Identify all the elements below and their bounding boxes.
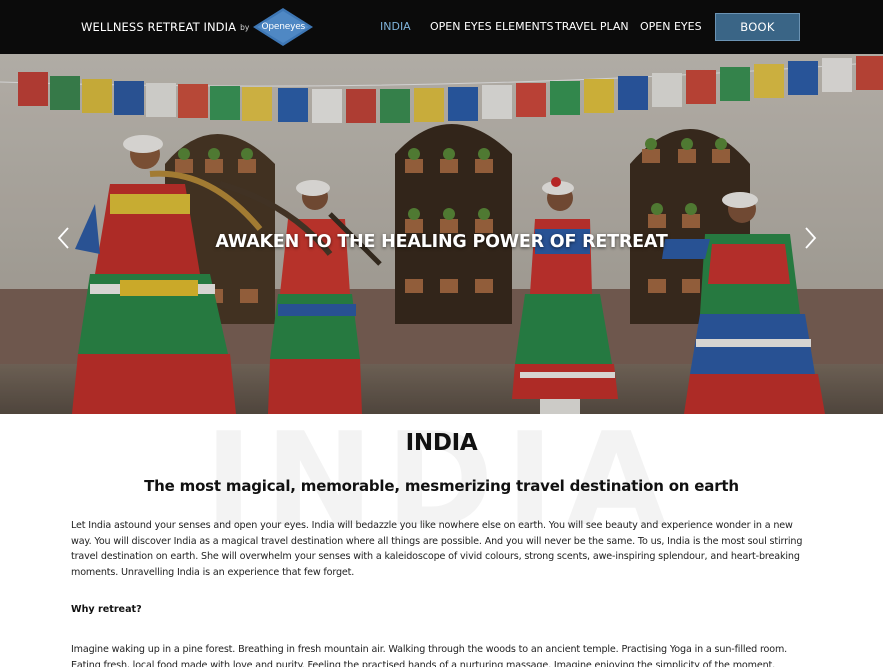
- openeyes-logo[interactable]: Openeyes: [253, 8, 314, 46]
- site-header: WELLNESS RETREAT INDIA by Openeyes INDIA…: [0, 0, 883, 54]
- book-button[interactable]: BOOK: [715, 13, 800, 41]
- nav-open-eyes[interactable]: OPEN EYES: [640, 0, 702, 54]
- hero-slider: AWAKEN TO THE HEALING POWER OF RETREAT: [0, 54, 883, 414]
- page-title: INDIA: [405, 430, 478, 456]
- logo-text: Openeyes: [261, 22, 306, 32]
- page-subtitle: The most magical, memorable, mesmerizing…: [144, 477, 739, 495]
- slider-next-arrow[interactable]: [800, 224, 820, 252]
- hero-headline: AWAKEN TO THE HEALING POWER OF RETREAT: [215, 232, 668, 252]
- brand[interactable]: WELLNESS RETREAT INDIA by Openeyes: [81, 8, 314, 46]
- nav-open-eyes-elements[interactable]: OPEN EYES ELEMENTS: [430, 0, 553, 54]
- why-retreat-heading: Why retreat?: [71, 604, 142, 615]
- intro-paragraph: Let India astound your senses and open y…: [71, 520, 803, 579]
- chevron-right-icon: [805, 227, 817, 249]
- why-retreat-paragraph: Imagine waking up in a pine forest. Brea…: [71, 644, 788, 667]
- nav-travel-plan[interactable]: TRAVEL PLAN: [555, 0, 629, 54]
- brand-name[interactable]: WELLNESS RETREAT INDIA: [81, 20, 236, 34]
- brand-by: by: [240, 22, 250, 32]
- nav-india[interactable]: INDIA: [380, 0, 411, 54]
